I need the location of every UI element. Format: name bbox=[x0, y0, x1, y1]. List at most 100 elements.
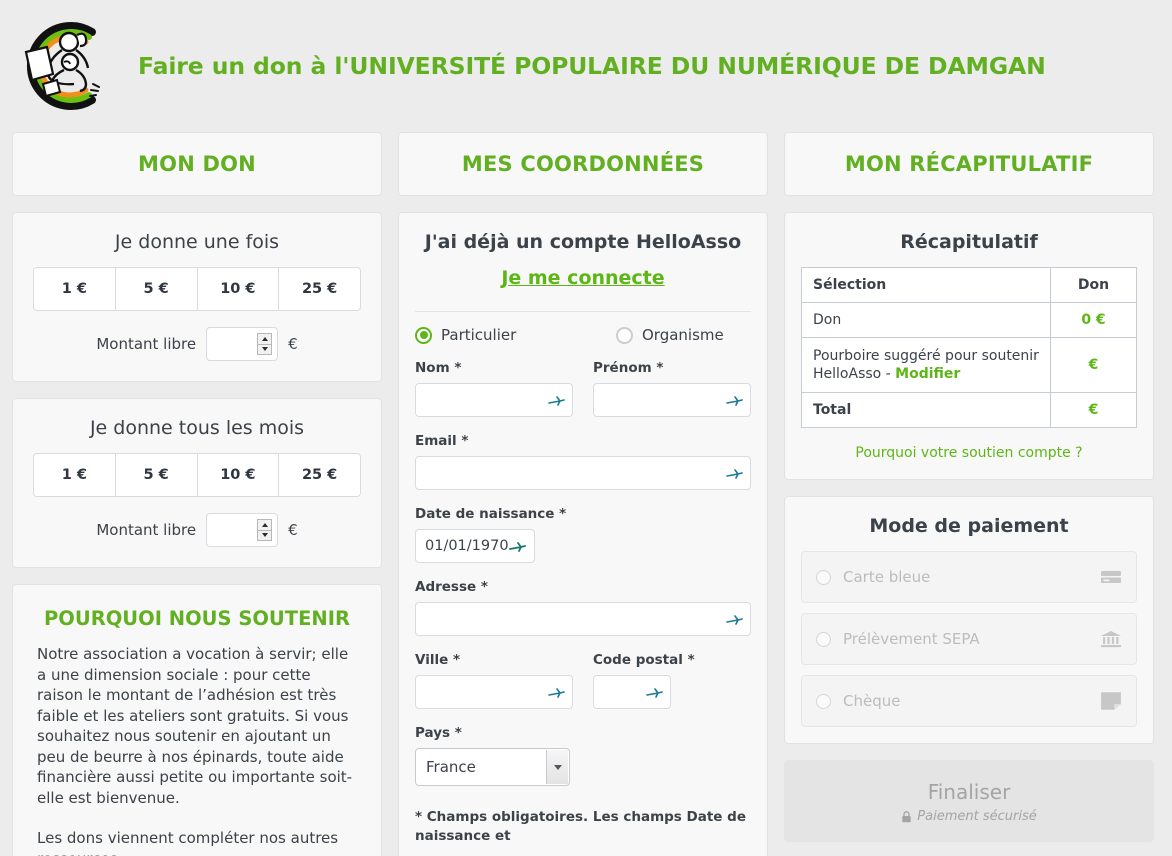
recap-row-tip-amount: € bbox=[1050, 337, 1137, 393]
select-pays[interactable]: France bbox=[415, 748, 570, 786]
donor-type-particulier[interactable]: Particulier bbox=[415, 326, 583, 344]
monthly-free-label: Montant libre bbox=[96, 521, 197, 539]
amount-option-1[interactable]: 1 € bbox=[34, 268, 116, 310]
input-date-naissance[interactable]: 01/01/1970 bbox=[415, 529, 535, 563]
radio-unselected-icon[interactable] bbox=[616, 326, 633, 344]
amount-option-2[interactable]: 5 € bbox=[115, 268, 198, 310]
mon-don-header-panel: MON DON bbox=[12, 132, 382, 196]
stepper-up-icon[interactable] bbox=[258, 520, 272, 531]
autofill-icon[interactable] bbox=[548, 394, 565, 406]
finalize-label: Finaliser bbox=[927, 780, 1011, 804]
form-divider bbox=[415, 311, 751, 312]
input-prenom[interactable] bbox=[593, 383, 751, 417]
recap-col-don: Don bbox=[1050, 267, 1137, 303]
donor-type-organisme[interactable]: Organisme bbox=[583, 326, 751, 344]
monthly-amount-option-2[interactable]: 5 € bbox=[115, 454, 198, 496]
radio-unselected-icon[interactable] bbox=[816, 631, 831, 647]
donation-page: Faire un don à l'UNIVERSITÉ POPULAIRE DU… bbox=[0, 0, 1172, 856]
recap-row-total-label: Total bbox=[801, 392, 1051, 428]
column-mon-don: MON DON Je donne une fois 1 € 5 € 10 € 2… bbox=[12, 132, 382, 856]
monthly-currency: € bbox=[288, 521, 298, 539]
recap-col-selection: Sélection bbox=[801, 267, 1051, 303]
credit-card-icon bbox=[1101, 571, 1121, 583]
label-pays: Pays * bbox=[415, 725, 462, 741]
label-ville: Ville * bbox=[415, 652, 461, 668]
page-header: Faire un don à l'UNIVERSITÉ POPULAIRE DU… bbox=[0, 0, 1172, 132]
table-row-total: Total € bbox=[801, 392, 1137, 428]
stepper-up-icon[interactable] bbox=[258, 334, 272, 345]
amount-option-4[interactable]: 25 € bbox=[279, 268, 360, 310]
payment-panel: Mode de paiement Carte bleue Prélèvement… bbox=[784, 496, 1154, 744]
recap-row-total-amount: € bbox=[1050, 392, 1137, 428]
input-email[interactable] bbox=[415, 456, 751, 490]
payment-option-cheque-label: Chèque bbox=[843, 692, 901, 710]
input-ville[interactable] bbox=[415, 675, 573, 709]
payment-options: Carte bleue Prélèvement SEPA Chèque bbox=[785, 551, 1153, 743]
login-link[interactable]: Je me connecte bbox=[501, 267, 664, 289]
payment-title: Mode de paiement bbox=[869, 515, 1069, 537]
label-adresse: Adresse * bbox=[415, 579, 488, 595]
finalize-button[interactable]: Finaliser Paiement sécurisé bbox=[784, 760, 1154, 842]
stepper-down-icon[interactable] bbox=[258, 345, 271, 355]
payment-option-carte-bleue-label: Carte bleue bbox=[843, 568, 931, 586]
radio-selected-icon[interactable] bbox=[415, 326, 432, 344]
name-row: Nom * Prénom * bbox=[415, 360, 751, 433]
radio-unselected-icon[interactable] bbox=[816, 569, 831, 585]
columns-container: MON DON Je donne une fois 1 € 5 € 10 € 2… bbox=[0, 132, 1172, 856]
recap-header-row: Sélection Don bbox=[801, 267, 1137, 303]
payment-option-carte-bleue[interactable]: Carte bleue bbox=[801, 551, 1137, 603]
monthly-amount-option-3[interactable]: 10 € bbox=[197, 454, 280, 496]
recap-title: Récapitulatif bbox=[900, 231, 1038, 253]
monthly-donation-panel: Je donne tous les mois 1 € 5 € 10 € 25 €… bbox=[12, 398, 382, 568]
recap-footer: Pourquoi votre soutien compte ? bbox=[801, 428, 1137, 461]
select-pays-value: France bbox=[426, 758, 476, 776]
field-code-postal: Code postal * bbox=[593, 652, 751, 709]
account-title: J'ai déjà un compte HelloAsso bbox=[424, 231, 742, 253]
one-time-title: Je donne une fois bbox=[114, 231, 280, 253]
why-paragraph-2: Les dons viennent compléter nos autres r… bbox=[37, 829, 339, 856]
lock-icon bbox=[902, 810, 911, 822]
one-time-free-amount-input[interactable] bbox=[206, 327, 279, 361]
autofill-icon[interactable] bbox=[726, 467, 743, 479]
monthly-amount-option-4[interactable]: 25 € bbox=[279, 454, 360, 496]
page-title: Faire un don à l'UNIVERSITÉ POPULAIRE DU… bbox=[138, 52, 1046, 80]
label-code-postal: Code postal * bbox=[593, 652, 695, 668]
autofill-icon[interactable] bbox=[726, 394, 743, 406]
payment-option-sepa[interactable]: Prélèvement SEPA bbox=[801, 613, 1137, 665]
input-code-postal[interactable] bbox=[593, 675, 671, 709]
amount-option-3[interactable]: 10 € bbox=[197, 268, 280, 310]
field-adresse: Adresse * bbox=[415, 579, 751, 636]
field-prenom: Prénom * bbox=[593, 360, 751, 417]
label-prenom: Prénom * bbox=[593, 360, 664, 376]
why-paragraph-1: Notre association a vocation à servir; e… bbox=[37, 645, 353, 807]
autofill-icon[interactable] bbox=[726, 613, 743, 625]
autofill-icon[interactable] bbox=[548, 686, 565, 698]
monthly-free-amount-row: Montant libre € bbox=[13, 497, 381, 567]
input-nom[interactable] bbox=[415, 383, 573, 417]
input-adresse[interactable] bbox=[415, 602, 751, 636]
field-pays: Pays * France bbox=[415, 725, 751, 786]
label-email: Email * bbox=[415, 433, 469, 449]
why-support-counts-link[interactable]: Pourquoi votre soutien compte ? bbox=[855, 445, 1082, 461]
field-nom: Nom * bbox=[415, 360, 573, 417]
monthly-free-amount-input[interactable] bbox=[206, 513, 279, 547]
city-row: Ville * Code postal * bbox=[415, 652, 751, 725]
stepper-down-icon[interactable] bbox=[258, 531, 271, 541]
payment-option-cheque[interactable]: Chèque bbox=[801, 675, 1137, 727]
recap-panel: Récapitulatif Sélection Don Don 0 € Pour… bbox=[784, 212, 1154, 480]
secure-payment-note: Paiement sécurisé bbox=[784, 809, 1154, 824]
radio-unselected-icon[interactable] bbox=[816, 693, 831, 709]
chevron-down-icon[interactable] bbox=[546, 750, 568, 784]
modifier-link[interactable]: Modifier bbox=[895, 366, 960, 382]
recap-row-don-label: Don bbox=[801, 302, 1051, 338]
secure-payment-text: Paiement sécurisé bbox=[917, 809, 1037, 824]
autofill-icon[interactable] bbox=[646, 686, 663, 698]
one-time-stepper[interactable] bbox=[257, 333, 273, 355]
column-heading-mes-coordonnees: MES COORDONNÉES bbox=[461, 152, 705, 176]
recap-row-don-amount: 0 € bbox=[1050, 302, 1137, 338]
monthly-stepper[interactable] bbox=[257, 519, 273, 541]
monthly-amount-option-1[interactable]: 1 € bbox=[34, 454, 116, 496]
autofill-icon[interactable] bbox=[509, 540, 526, 552]
coordonnees-header-panel: MES COORDONNÉES bbox=[398, 132, 768, 196]
recap-table: Sélection Don Don 0 € Pourboire suggéré … bbox=[801, 267, 1137, 428]
